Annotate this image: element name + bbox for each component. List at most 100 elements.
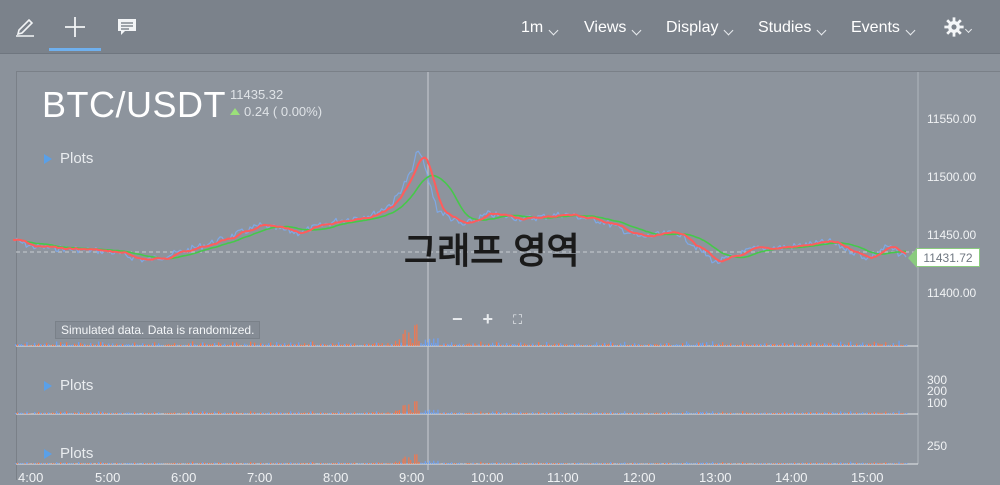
- volume-bar: [290, 411, 291, 414]
- volume-bar: [796, 413, 797, 414]
- volume-bar: [820, 464, 821, 465]
- volume-bar: [854, 413, 855, 414]
- volume-bar: [488, 463, 489, 464]
- volume-bar: [812, 345, 813, 346]
- volume-bar: [608, 464, 609, 465]
- volume-bar: [574, 344, 575, 346]
- volume-bar: [508, 413, 509, 414]
- volume-bar: [316, 414, 317, 415]
- volume-bar: [544, 345, 545, 346]
- volume-bar: [806, 463, 807, 465]
- volume-bar: [336, 344, 337, 346]
- volume-bar: [449, 463, 450, 464]
- volume-bar: [184, 413, 185, 414]
- volume-bar: [350, 413, 351, 414]
- volume-bar: [800, 413, 801, 414]
- volume-bar: [156, 345, 157, 346]
- volume-bar: [170, 413, 171, 414]
- plots-toggle-volume-b[interactable]: Plots: [44, 445, 93, 462]
- volume-bar: [110, 464, 111, 465]
- volume-bar: [530, 345, 531, 347]
- volume-bar: [834, 413, 835, 414]
- volume-bar: [836, 463, 837, 464]
- volume-bar: [578, 463, 579, 464]
- volume-bar: [784, 463, 785, 464]
- volume-bar: [780, 413, 781, 414]
- volume-bar: [885, 462, 886, 464]
- volume-bar: [838, 413, 839, 414]
- volume-bar: [660, 344, 661, 347]
- volume-bar: [770, 463, 771, 464]
- fullscreen-icon[interactable]: ⛶: [513, 312, 522, 330]
- plots-label: Plots: [60, 150, 93, 167]
- volume-bar: [312, 411, 313, 414]
- volume-bar: [784, 343, 785, 346]
- volume-bar: [408, 404, 409, 414]
- volume-bar: [822, 413, 823, 414]
- price-change-value: 0.24 ( 0.00%): [244, 104, 322, 119]
- plots-toggle-main[interactable]: Plots: [44, 150, 93, 167]
- volume-bar: [38, 412, 39, 414]
- volume-bar: [44, 463, 45, 464]
- volume-bar: [380, 413, 381, 414]
- last-price: 11435.32: [230, 87, 283, 102]
- volume-bar: [850, 342, 851, 347]
- arrow-up-icon: [230, 108, 240, 115]
- volume-bar: [228, 463, 229, 464]
- volume-bar: [214, 343, 215, 346]
- volume-bar: [842, 344, 843, 346]
- volume-bar: [437, 461, 438, 464]
- volume-bar: [644, 345, 645, 346]
- volume-bar: [624, 462, 625, 464]
- volume-bar: [866, 463, 867, 464]
- volume-bar: [668, 463, 669, 464]
- volume-bar: [608, 413, 609, 414]
- volume-bar: [370, 413, 371, 414]
- volume-bar: [366, 344, 367, 346]
- volume-bar: [294, 463, 295, 464]
- volume-bar: [696, 344, 697, 347]
- plots-toggle-volume-a[interactable]: Plots: [44, 377, 93, 394]
- zoom-in-button[interactable]: +: [483, 309, 494, 330]
- volume-bar: [256, 345, 257, 346]
- volume-bar: [443, 463, 444, 465]
- volume-bar: [433, 339, 434, 346]
- volume-bar: [350, 463, 351, 464]
- volume-bar: [560, 343, 561, 346]
- volume-bar: [594, 345, 595, 347]
- volume-bar: [546, 342, 547, 346]
- volume-bar: [288, 463, 289, 464]
- volume-bar: [818, 344, 819, 346]
- volume-bar: [704, 344, 705, 346]
- volume-bar: [598, 345, 599, 346]
- volume-bar: [844, 344, 845, 346]
- volume-bar: [881, 344, 882, 346]
- volume-bar: [524, 344, 525, 347]
- zoom-out-button[interactable]: −: [452, 309, 463, 330]
- volume-bar: [146, 413, 147, 414]
- volume-bar: [445, 413, 446, 415]
- volume-bar: [636, 413, 637, 414]
- volume-bar: [538, 462, 539, 464]
- volume-bar: [722, 342, 723, 346]
- volume-bar: [274, 345, 275, 346]
- volume-bar: [242, 463, 243, 464]
- volume-bar: [360, 413, 361, 414]
- volume-bar: [270, 343, 271, 347]
- volume-bar: [268, 413, 269, 415]
- volume-bar: [836, 345, 837, 346]
- volume-bar: [602, 413, 603, 414]
- volume-bar: [688, 344, 689, 346]
- volume-bar: [226, 413, 227, 414]
- volume-bar: [716, 413, 717, 414]
- volume-bar: [308, 413, 309, 414]
- volume-bar: [252, 413, 253, 414]
- y-tick: 11550.00: [927, 112, 976, 126]
- volume-bar: [431, 463, 432, 464]
- volume-bar: [429, 339, 430, 346]
- volume-bar: [395, 462, 396, 464]
- y-tick: 11400.00: [927, 286, 976, 300]
- volume-bar: [385, 413, 386, 414]
- volume-bar: [514, 344, 515, 346]
- volume-bar: [872, 464, 873, 465]
